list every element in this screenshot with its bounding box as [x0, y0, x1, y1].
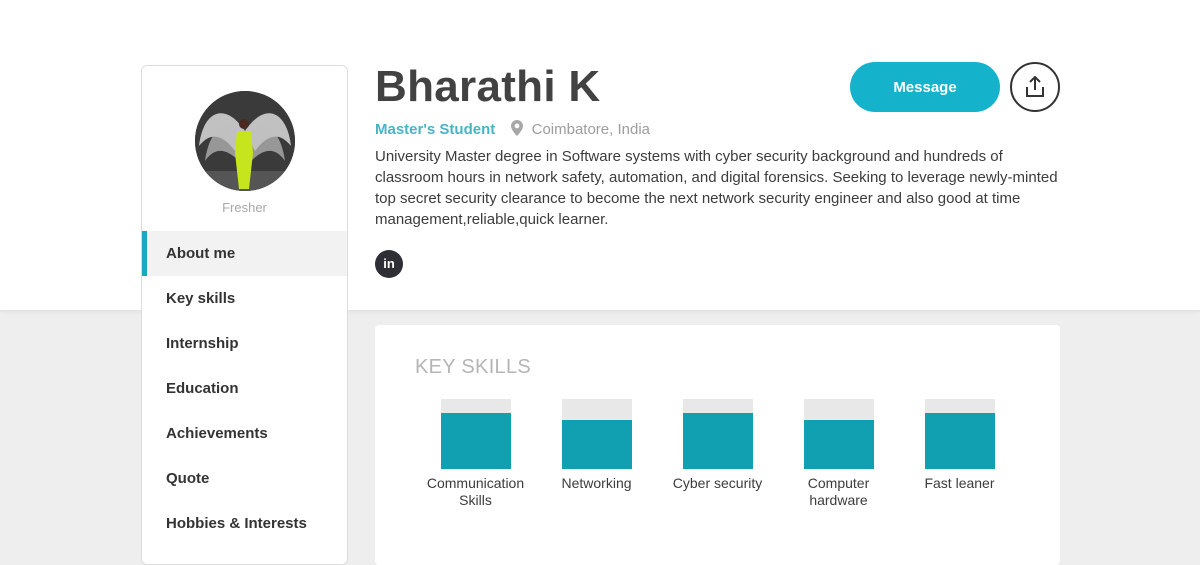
skill-item: Communication Skills [415, 399, 536, 509]
skill-bar [803, 399, 874, 469]
location-pin-icon [511, 120, 524, 140]
skill-item: Fast leaner [899, 399, 1020, 492]
skill-bar-fill [682, 413, 753, 469]
skill-bar-fill [803, 420, 874, 469]
profile-name: Bharathi K [375, 62, 601, 111]
message-button[interactable]: Message [850, 62, 1000, 112]
skill-item: Cyber security [657, 399, 778, 492]
skill-bar [924, 399, 995, 469]
sidebar-item-hobbies-interests[interactable]: Hobbies & Interests [142, 501, 347, 546]
avatar-image [195, 91, 295, 191]
skill-label: Fast leaner [924, 475, 995, 491]
sidebar-item-achievements[interactable]: Achievements [142, 411, 347, 456]
skill-bar [440, 399, 511, 469]
skill-bar [561, 399, 632, 469]
sidebar-nav: About me Key skills Internship Education… [142, 231, 347, 546]
sidebar-item-internship[interactable]: Internship [142, 321, 347, 366]
profile-location: Coimbatore, India [531, 121, 651, 138]
skill-label: Computer hardware [807, 475, 870, 508]
skill-item: Computer hardware [778, 399, 899, 509]
status-label: Fresher [222, 200, 267, 215]
sidebar-item-education[interactable]: Education [142, 366, 347, 411]
skill-label: Cyber security [672, 475, 763, 491]
share-icon [1026, 76, 1044, 97]
skill-item: Networking [536, 399, 657, 492]
profile-role: Master's Student [375, 121, 496, 138]
profile-summary: University Master degree in Software sys… [375, 148, 1058, 228]
skill-label: Communication Skills [426, 475, 525, 508]
sidebar-item-quote[interactable]: Quote [142, 456, 347, 501]
skill-bar [682, 399, 753, 469]
linkedin-icon[interactable]: in [375, 250, 403, 278]
avatar [195, 91, 295, 191]
profile-subline: Master's Student Coimbatore, India [375, 120, 650, 140]
skill-bar-fill [561, 420, 632, 469]
sidebar-item-key-skills[interactable]: Key skills [142, 276, 347, 321]
skill-bar-fill [440, 413, 511, 469]
key-skills-card: KEY SKILLS Communication Skills Networki… [375, 325, 1060, 565]
profile-sidebar: Fresher About me Key skills Internship E… [141, 65, 348, 565]
sidebar-item-about-me[interactable]: About me [142, 231, 347, 276]
skill-bar-fill [924, 413, 995, 469]
key-skills-title: KEY SKILLS [415, 356, 532, 378]
share-button[interactable] [1010, 62, 1060, 112]
skill-label: Networking [561, 475, 632, 491]
